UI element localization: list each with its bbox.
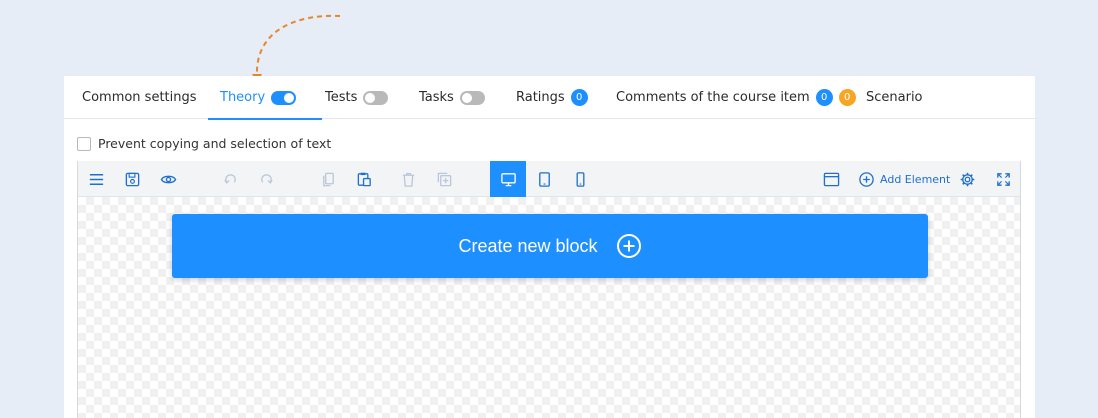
tab-label: Tests bbox=[325, 90, 358, 105]
add-element-label: Add Element bbox=[880, 172, 951, 186]
fullscreen-icon[interactable] bbox=[985, 161, 1021, 197]
theory-toggle[interactable] bbox=[271, 90, 297, 105]
menu-icon[interactable] bbox=[78, 161, 114, 197]
create-block-label: Create new block bbox=[458, 235, 598, 256]
paste-icon[interactable] bbox=[346, 161, 382, 197]
ratings-count-badge: 0 bbox=[570, 89, 588, 106]
tablet-view-icon[interactable] bbox=[526, 161, 562, 197]
page-editor: Add Element Create new block bbox=[77, 161, 1021, 418]
tab-label: Comments of the course item bbox=[616, 90, 810, 105]
redo-icon[interactable] bbox=[248, 161, 284, 197]
duplicate-icon[interactable] bbox=[426, 161, 462, 197]
editor-canvas[interactable]: Create new block bbox=[78, 197, 1020, 418]
plus-circle-icon bbox=[616, 234, 641, 258]
mobile-view-icon[interactable] bbox=[562, 161, 598, 197]
tab-label: Ratings bbox=[516, 90, 565, 105]
add-element-icon bbox=[859, 171, 874, 187]
prevent-copy-label: Prevent copying and selection of text bbox=[98, 136, 332, 151]
tests-toggle[interactable] bbox=[363, 90, 389, 105]
create-new-block-button[interactable]: Create new block bbox=[172, 214, 928, 278]
tab-tasks[interactable]: Tasks bbox=[419, 76, 485, 119]
settings-gear-icon[interactable] bbox=[949, 161, 985, 197]
preview-eye-icon[interactable] bbox=[150, 161, 186, 197]
comments-count-badge: 0 bbox=[815, 89, 833, 106]
tab-theory[interactable]: Theory bbox=[207, 76, 323, 120]
save-icon[interactable] bbox=[114, 161, 150, 197]
delete-icon[interactable] bbox=[390, 161, 426, 197]
tab-label: Theory bbox=[220, 90, 266, 105]
tab-comments[interactable]: Comments of the course item 0 0 bbox=[616, 76, 856, 119]
undo-icon[interactable] bbox=[212, 161, 248, 197]
window-icon[interactable] bbox=[813, 161, 849, 197]
prevent-copy-option[interactable]: Prevent copying and selection of text bbox=[77, 136, 331, 151]
desktop-view-icon[interactable] bbox=[490, 161, 526, 197]
tab-scenario[interactable]: Scenario bbox=[866, 76, 923, 119]
add-element-button[interactable]: Add Element bbox=[858, 161, 950, 197]
course-item-panel: Common settings Theory Tests Tasks Ratin… bbox=[64, 76, 1035, 418]
comments-new-badge: 0 bbox=[838, 89, 856, 106]
tab-label: Tasks bbox=[419, 90, 454, 105]
tab-common-settings[interactable]: Common settings bbox=[82, 76, 197, 119]
tab-label: Scenario bbox=[866, 90, 923, 105]
tab-bar: Common settings Theory Tests Tasks Ratin… bbox=[64, 76, 1035, 120]
tasks-toggle[interactable] bbox=[459, 90, 485, 105]
copy-icon[interactable] bbox=[310, 161, 346, 197]
editor-toolbar: Add Element bbox=[78, 161, 1020, 197]
tab-ratings[interactable]: Ratings 0 bbox=[516, 76, 588, 119]
tab-tests[interactable]: Tests bbox=[325, 76, 389, 119]
tab-label: Common settings bbox=[82, 90, 197, 105]
prevent-copy-checkbox[interactable] bbox=[77, 136, 91, 151]
